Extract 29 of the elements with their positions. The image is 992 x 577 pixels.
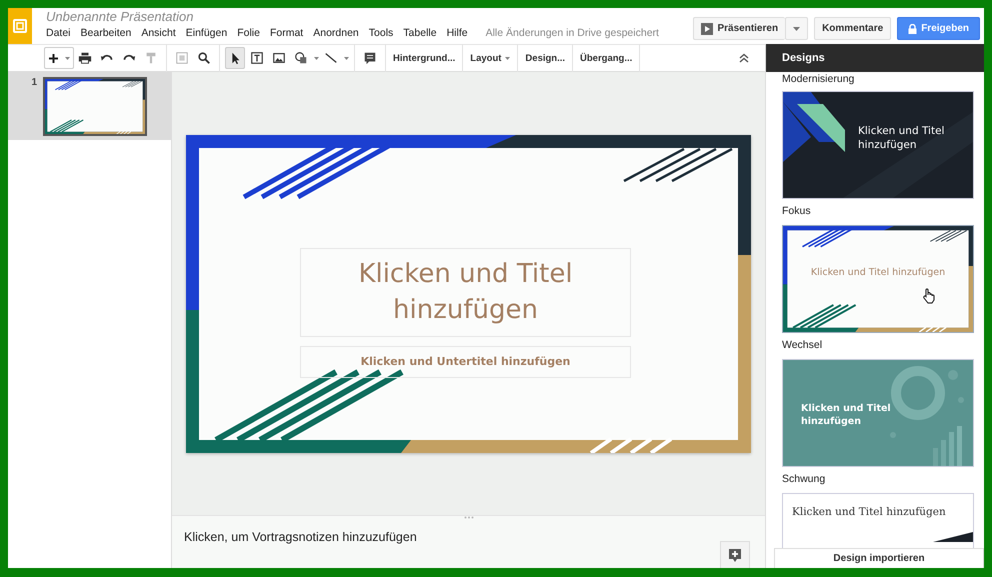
theme-preview-title: Klicken und Titel hinzufügen <box>801 402 892 428</box>
menu-item[interactable]: Tabelle <box>398 27 442 39</box>
theme-preview-title: Klicken und Titel hinzufügen <box>810 266 946 279</box>
theme-preview-title: Klicken und Titel hinzufügen <box>858 124 946 152</box>
present-button[interactable]: Präsentieren <box>693 17 786 40</box>
menu-item[interactable]: Format <box>264 27 308 39</box>
menu-item[interactable]: Einfügen <box>180 27 232 39</box>
theme-name: Schwung <box>782 472 826 487</box>
slide-number: 1 <box>30 77 38 90</box>
panel-title: Designs <box>766 44 984 72</box>
menu-item[interactable]: Datei <box>46 27 76 39</box>
theme-preview-title: Klicken und Titel hinzufügen <box>792 506 947 518</box>
menu-item[interactable]: Folie <box>232 27 265 39</box>
save-status: Alle Änderungen in Drive gespeichert <box>484 27 660 39</box>
theme-name: Fokus <box>782 204 812 219</box>
menu-item[interactable]: Hilfe <box>442 27 473 39</box>
menu-item[interactable]: Tools <box>364 27 398 39</box>
slide-thumbnail-row[interactable]: 1 <box>8 72 171 140</box>
comments-button[interactable]: Kommentare <box>814 17 892 40</box>
theme-name: Modernisierung <box>782 72 856 87</box>
speaker-notes-field[interactable]: Klicken, um Vortragsnotizen hinzuzufügen <box>172 522 765 568</box>
import-design-button[interactable]: Design importieren <box>774 548 984 568</box>
menu-item[interactable]: Ansicht <box>136 27 181 39</box>
menu-item[interactable]: Bearbeiten <box>76 27 136 39</box>
menu-item[interactable]: Anordnen <box>308 27 364 39</box>
theme-thumbnail[interactable]: Klicken und Titel hinzufügen <box>782 91 974 199</box>
slide-subtitle-placeholder[interactable]: Klicken und Untertitel hinzufügen <box>300 346 631 378</box>
slide-title-placeholder[interactable]: Klicken und Titel hinzufügen <box>300 248 631 336</box>
theme-name: Wechsel <box>782 338 824 353</box>
